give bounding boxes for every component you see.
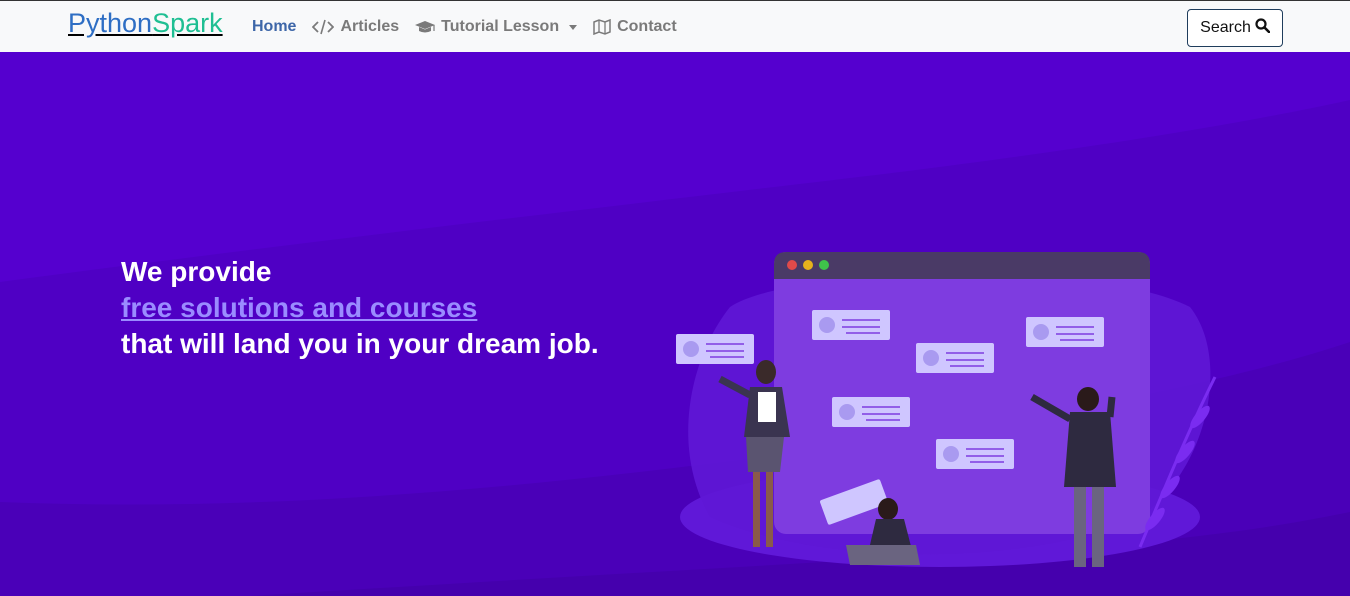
main-nav: Home Articles Tutorial Lesson Contact <box>252 1 677 53</box>
search-button-label: Search <box>1200 19 1251 36</box>
window-minimize-dot <box>803 260 813 270</box>
brand-part-spark: Spark <box>152 8 223 38</box>
nav-item-contact-label: Contact <box>617 18 677 35</box>
hero-line-3: that will land you in your dream job. <box>121 328 599 359</box>
nav-item-articles[interactable]: Articles <box>312 18 399 36</box>
search-icon <box>1255 18 1271 38</box>
nav-item-tutorial-lesson-label: Tutorial Lesson <box>441 18 560 35</box>
nav-item-home[interactable]: Home <box>252 18 296 36</box>
map-icon <box>593 19 611 35</box>
code-icon <box>312 19 335 35</box>
hero-illustration <box>676 252 1217 567</box>
chevron-down-icon <box>569 24 578 30</box>
nav-item-tutorial-lesson[interactable]: Tutorial Lesson <box>415 18 578 36</box>
nav-item-contact[interactable]: Contact <box>593 18 677 36</box>
hero-line-1: We provide <box>121 256 272 287</box>
brand-logo[interactable]: PythonSpark <box>68 7 223 39</box>
hero-link-free-solutions[interactable]: free solutions and courses <box>121 290 599 326</box>
hero-section: We provide free solutions and courses th… <box>0 52 1350 596</box>
hero-headline: We provide free solutions and courses th… <box>121 254 599 362</box>
graduation-cap-icon <box>415 19 436 35</box>
window-close-dot <box>787 260 797 270</box>
search-button[interactable]: Search <box>1187 9 1283 47</box>
nav-item-home-label: Home <box>252 18 297 35</box>
nav-item-articles-label: Articles <box>340 18 400 35</box>
window-maximize-dot <box>819 260 829 270</box>
navbar: PythonSpark Home Articles Tutorial Lesso… <box>0 0 1350 52</box>
brand-part-python: Python <box>68 8 153 38</box>
